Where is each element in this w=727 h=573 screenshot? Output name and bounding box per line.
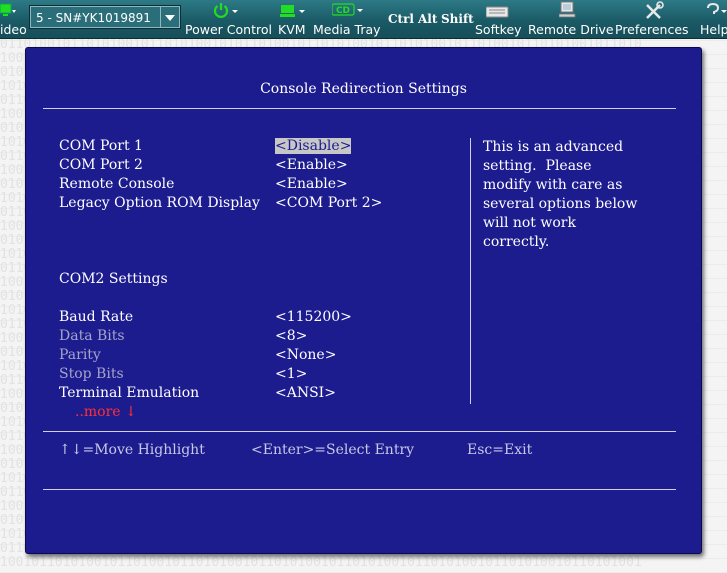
help-divider bbox=[470, 138, 471, 404]
console-window[interactable]: Console Redirection Settings COM Port 1 … bbox=[25, 47, 702, 554]
footer-move-highlight: ↑↓=Move Highlight bbox=[59, 442, 205, 458]
drive-icon bbox=[559, 1, 576, 18]
monitor-icon bbox=[0, 3, 16, 16]
help-label: Help bbox=[700, 22, 727, 37]
setting-value-terminal-emulation[interactable]: <ANSI> bbox=[275, 385, 336, 401]
setting-value-remote-console[interactable]: <Enable> bbox=[275, 176, 348, 192]
power-icon bbox=[213, 3, 238, 18]
cd-icon: CD bbox=[332, 3, 363, 16]
kvm-label: KVM bbox=[278, 22, 306, 37]
help-text: This is an advanced setting. Please modi… bbox=[483, 139, 638, 250]
server-dropdown-button[interactable] bbox=[160, 7, 179, 27]
setting-label-remote-console: Remote Console bbox=[59, 176, 175, 192]
alt-key-button[interactable]: Alt bbox=[418, 12, 437, 26]
setting-label-data-bits: Data Bits bbox=[59, 328, 125, 344]
setting-value-stop-bits: <1> bbox=[275, 366, 308, 382]
setting-value-data-bits: <8> bbox=[275, 328, 308, 344]
media-tray-button[interactable]: CD Media Tray bbox=[312, 0, 384, 38]
remote-drive-label: Remote Drive bbox=[528, 22, 614, 37]
setting-value-com-port-1[interactable]: <Disable> bbox=[275, 138, 352, 154]
setting-value-legacy-rom-display[interactable]: <COM Port 2> bbox=[275, 195, 382, 211]
power-control-button[interactable]: Power Control bbox=[184, 0, 274, 38]
setting-value-parity: <None> bbox=[275, 347, 337, 363]
softkey-button[interactable]: Softkey bbox=[474, 0, 524, 38]
help-button[interactable]: Help bbox=[699, 0, 727, 38]
remote-drive-button[interactable]: Remote Drive bbox=[527, 0, 614, 38]
video-menu[interactable]: ideo bbox=[0, 0, 28, 38]
chevron-down-icon bbox=[165, 15, 175, 21]
footer-exit: Esc=Exit bbox=[467, 442, 533, 458]
title-divider bbox=[43, 108, 676, 109]
kvm-icon bbox=[280, 5, 305, 17]
footer-divider-bottom bbox=[43, 489, 676, 490]
setting-label-com-port-1: COM Port 1 bbox=[59, 138, 143, 154]
setting-label-stop-bits: Stop Bits bbox=[59, 366, 124, 382]
setting-label-parity: Parity bbox=[59, 347, 101, 363]
footer-divider-top bbox=[43, 431, 676, 432]
more-indicator[interactable]: ..more ↓ bbox=[75, 404, 137, 420]
preferences-label: Preferences bbox=[615, 22, 689, 37]
power-control-label: Power Control bbox=[185, 22, 272, 37]
help-icon bbox=[707, 3, 727, 14]
tools-icon bbox=[646, 1, 664, 19]
setting-label-terminal-emulation: Terminal Emulation bbox=[59, 385, 200, 401]
server-select-value: 5 - SN#YK1019891 bbox=[36, 11, 151, 25]
server-select[interactable]: 5 - SN#YK1019891 bbox=[29, 5, 181, 29]
shift-key-button[interactable]: Shift bbox=[441, 12, 474, 26]
media-tray-label: Media Tray bbox=[313, 22, 381, 37]
svg-text:CD: CD bbox=[336, 6, 350, 16]
setting-label-baud-rate: Baud Rate bbox=[59, 309, 134, 325]
footer-select-entry: <Enter>=Select Entry bbox=[251, 442, 415, 458]
video-label: ideo bbox=[0, 22, 27, 37]
setting-label-com-port-2: COM Port 2 bbox=[59, 157, 143, 173]
kvm-toolbar: ideo 5 - SN#YK1019891 Power Control KVM … bbox=[0, 0, 727, 39]
section-title-com2: COM2 Settings bbox=[59, 271, 168, 287]
setting-value-baud-rate[interactable]: <115200> bbox=[275, 309, 352, 325]
ctrl-key-button[interactable]: Ctrl bbox=[388, 12, 414, 26]
preferences-button[interactable]: Preferences bbox=[614, 0, 694, 38]
keyboard-icon bbox=[486, 6, 509, 18]
softkey-label: Softkey bbox=[475, 22, 522, 37]
page-title: Console Redirection Settings bbox=[260, 81, 467, 97]
setting-label-legacy-rom-display: Legacy Option ROM Display bbox=[59, 195, 260, 211]
setting-value-com-port-2[interactable]: <Enable> bbox=[275, 157, 348, 173]
kvm-button[interactable]: KVM bbox=[277, 0, 309, 38]
